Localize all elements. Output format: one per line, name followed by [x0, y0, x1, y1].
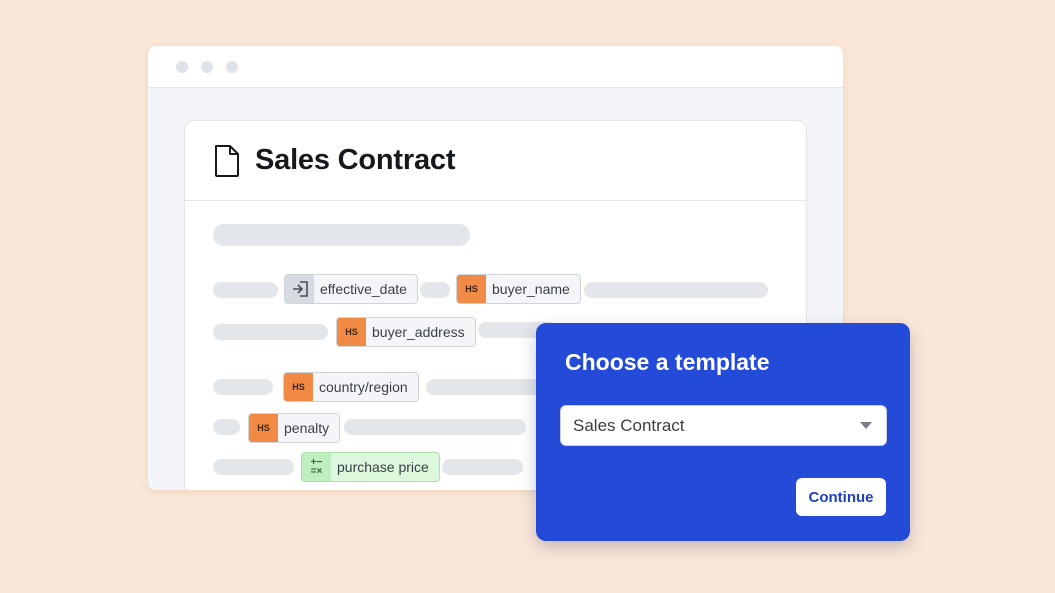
field-chip-label: buyer_address: [372, 324, 465, 340]
field-chip-effective-date[interactable]: effective_date: [284, 274, 418, 304]
hs-badge: HS: [284, 373, 313, 401]
import-icon: [285, 275, 314, 303]
window-dot-close[interactable]: [176, 60, 188, 73]
window-dot-maximize[interactable]: [226, 60, 238, 73]
skeleton-line: [213, 419, 240, 435]
field-chip-label: purchase price: [337, 459, 429, 475]
hs-badge: HS: [337, 318, 366, 346]
document-header: Sales Contract: [185, 121, 806, 201]
field-chip-penalty[interactable]: HS penalty: [248, 413, 341, 443]
calculator-icon: +− =×: [302, 453, 331, 481]
field-chip-label: country/region: [319, 379, 408, 395]
skeleton-line: [584, 282, 768, 298]
window-titlebar: [148, 46, 843, 88]
field-chip-country-region[interactable]: HS country/region: [283, 372, 419, 402]
field-chip-buyer-name[interactable]: HS buyer_name: [456, 274, 581, 304]
skeleton-line: [213, 379, 273, 395]
skeleton-line: [213, 459, 294, 475]
field-chip-buyer-address[interactable]: HS buyer_address: [336, 317, 476, 347]
document-icon: [215, 144, 239, 177]
field-chip-label: effective_date: [320, 281, 407, 297]
choose-template-dialog: Choose a template Sales Contract Continu…: [536, 323, 910, 541]
skeleton-line: [426, 379, 546, 395]
hs-badge: HS: [249, 414, 278, 442]
skeleton-line: [213, 282, 278, 298]
skeleton-line: [213, 224, 470, 246]
skeleton-line: [213, 324, 328, 340]
document-title: Sales Contract: [255, 144, 456, 176]
skeleton-line: [344, 419, 526, 435]
skeleton-line: [420, 282, 450, 298]
field-chip-label: penalty: [284, 420, 330, 436]
continue-button[interactable]: Continue: [796, 478, 886, 516]
field-chip-label: buyer_name: [492, 281, 570, 297]
window-dot-minimize[interactable]: [201, 60, 213, 73]
hs-badge: HS: [457, 275, 486, 303]
skeleton-line: [442, 459, 523, 475]
dialog-title: Choose a template: [565, 349, 770, 375]
template-select[interactable]: Sales Contract: [560, 405, 887, 446]
template-select-value: Sales Contract: [573, 415, 685, 435]
chevron-down-icon: [860, 422, 872, 429]
field-chip-purchase-price[interactable]: +− =× purchase price: [301, 452, 440, 482]
